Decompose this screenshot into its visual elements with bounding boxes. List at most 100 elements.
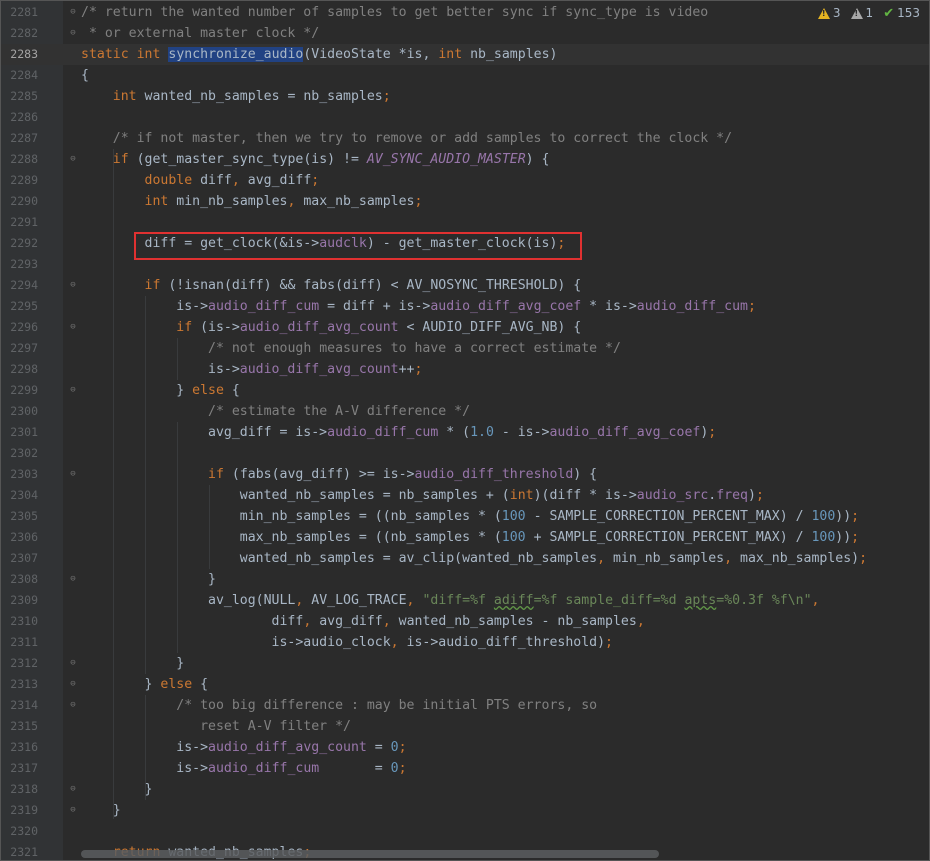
line-number: 2286 <box>10 110 38 124</box>
code-text[interactable]: is->audio_diff_cum = diff + is->audio_di… <box>81 296 756 317</box>
code-text[interactable]: av_log(NULL, AV_LOG_TRACE, "diff=%f adif… <box>81 590 819 611</box>
fold-marker-icon[interactable]: ⊖ <box>69 805 77 815</box>
code-line[interactable]: 2315 reset A-V filter */ <box>1 716 929 737</box>
code-lines[interactable]: 2281 ⊖ /* return the wanted number of samp… <box>1 2 929 860</box>
code-text[interactable]: is->audio_diff_avg_count++; <box>81 359 422 380</box>
code-token: apts <box>684 593 717 608</box>
code-line[interactable]: 2287 /* if not master, then we try to re… <box>1 128 929 149</box>
code-line[interactable]: 2316 is->audio_diff_avg_count = 0; <box>1 737 929 758</box>
code-line[interactable]: 2318 ⊖ } <box>1 779 929 800</box>
code-line[interactable]: 2309 av_log(NULL, AV_LOG_TRACE, "diff=%f… <box>1 590 929 611</box>
code-line[interactable]: 2290 int min_nb_samples, max_nb_samples; <box>1 191 929 212</box>
code-line[interactable]: 2307 wanted_nb_samples = av_clip(wanted_… <box>1 548 929 569</box>
fold-marker-icon[interactable]: ⊖ <box>69 658 77 668</box>
code-line[interactable]: 2298 is->audio_diff_avg_count++; <box>1 359 929 380</box>
code-text[interactable]: is->audio_diff_cum = 0; <box>81 758 406 779</box>
code-text[interactable]: is->audio_clock, is->audio_diff_threshol… <box>81 632 613 653</box>
line-number: 2317 <box>10 761 38 775</box>
code-line[interactable]: 2301 avg_diff = is->audio_diff_cum * (1.… <box>1 422 929 443</box>
code-text[interactable]: static int synchronize_audio(VideoState … <box>81 44 557 65</box>
code-line[interactable]: 2303 ⊖ if (fabs(avg_diff) >= is->audio_di… <box>1 464 929 485</box>
fold-marker-icon[interactable]: ⊖ <box>69 679 77 689</box>
typos-indicator[interactable]: ✔ 153 <box>883 6 920 21</box>
code-line[interactable]: 2288 ⊖ if (get_master_sync_type(is) != AV… <box>1 149 929 170</box>
fold-marker-icon[interactable]: ⊖ <box>69 7 77 17</box>
code-text[interactable]: if (!isnan(diff) && fabs(diff) < AV_NOSY… <box>81 275 582 296</box>
code-text[interactable]: /* if not master, then we try to remove … <box>81 128 732 149</box>
code-text[interactable]: } else { <box>81 674 209 695</box>
inspection-widget[interactable]: 3 1 ✔ 153 <box>817 4 920 22</box>
fold-marker-icon[interactable]: ⊖ <box>69 469 77 479</box>
code-line[interactable]: 2291 <box>1 212 929 233</box>
code-line[interactable]: 2304 wanted_nb_samples = nb_samples + (i… <box>1 485 929 506</box>
code-line[interactable]: 2306 max_nb_samples = ((nb_samples * (10… <box>1 527 929 548</box>
fold-marker-icon[interactable]: ⊖ <box>69 700 77 710</box>
code-line[interactable]: 2286 <box>1 107 929 128</box>
code-text[interactable]: if (is->audio_diff_avg_count < AUDIO_DIF… <box>81 317 581 338</box>
code-line[interactable]: 2289 double diff, avg_diff; <box>1 170 929 191</box>
code-line[interactable]: 2313 ⊖ } else { <box>1 674 929 695</box>
code-line[interactable]: 2300 /* estimate the A-V difference */ <box>1 401 929 422</box>
code-text[interactable]: /* not enough measures to have a correct… <box>81 338 621 359</box>
code-line[interactable]: 2320 <box>1 821 929 842</box>
fold-marker-icon[interactable]: ⊖ <box>69 385 77 395</box>
fold-marker-icon[interactable]: ⊖ <box>69 154 77 164</box>
code-line[interactable]: 2308 ⊖ } <box>1 569 929 590</box>
code-text[interactable]: if (get_master_sync_type(is) != AV_SYNC_… <box>81 149 550 170</box>
code-text[interactable]: } else { <box>81 380 240 401</box>
code-line[interactable]: 2285 int wanted_nb_samples = nb_samples; <box>1 86 929 107</box>
code-text[interactable]: avg_diff = is->audio_diff_cum * (1.0 - i… <box>81 422 716 443</box>
code-text[interactable]: is->audio_diff_avg_count = 0; <box>81 737 406 758</box>
code-line[interactable]: 2310 diff, avg_diff, wanted_nb_samples -… <box>1 611 929 632</box>
code-line[interactable]: 2319 ⊖ } <box>1 800 929 821</box>
code-line[interactable]: 2294 ⊖ if (!isnan(diff) && fabs(diff) < A… <box>1 275 929 296</box>
fold-marker-icon[interactable]: ⊖ <box>69 784 77 794</box>
code-token: ) { <box>573 467 598 482</box>
code-text[interactable]: wanted_nb_samples = av_clip(wanted_nb_sa… <box>81 548 867 569</box>
code-text[interactable]: double diff, avg_diff; <box>81 170 320 191</box>
code-text[interactable]: * or external master clock */ <box>81 23 319 44</box>
code-text[interactable]: if (fabs(avg_diff) >= is->audio_diff_thr… <box>81 464 597 485</box>
code-text[interactable]: } <box>81 800 121 821</box>
horizontal-scrollbar[interactable] <box>81 850 659 858</box>
code-text[interactable]: /* return the wanted number of samples t… <box>81 2 708 23</box>
warnings-indicator[interactable]: 3 <box>817 6 841 20</box>
weak-warnings-indicator[interactable]: 1 <box>850 6 873 20</box>
code-text[interactable]: min_nb_samples = ((nb_samples * (100 - S… <box>81 506 859 527</box>
line-number: 2287 <box>10 131 38 145</box>
code-text[interactable]: diff, avg_diff, wanted_nb_samples - nb_s… <box>81 611 645 632</box>
code-text[interactable]: max_nb_samples = ((nb_samples * (100 + S… <box>81 527 859 548</box>
code-text[interactable]: int wanted_nb_samples = nb_samples; <box>81 86 391 107</box>
code-text[interactable]: } <box>81 569 216 590</box>
code-line[interactable]: 2282 ⊖ * or external master clock */ <box>1 23 929 44</box>
fold-marker-icon[interactable]: ⊖ <box>69 280 77 290</box>
code-text[interactable]: wanted_nb_samples = nb_samples + (int)(d… <box>81 485 764 506</box>
code-text[interactable]: reset A-V filter */ <box>81 716 351 737</box>
code-text[interactable]: /* too big difference : may be initial P… <box>81 695 597 716</box>
code-line[interactable]: 2317 is->audio_diff_cum = 0; <box>1 758 929 779</box>
code-line[interactable]: 2296 ⊖ if (is->audio_diff_avg_count < AUD… <box>1 317 929 338</box>
code-text[interactable]: int min_nb_samples, max_nb_samples; <box>81 191 423 212</box>
fold-marker-icon[interactable]: ⊖ <box>69 322 77 332</box>
code-line[interactable]: 2297 /* not enough measures to have a co… <box>1 338 929 359</box>
fold-marker-icon[interactable]: ⊖ <box>69 28 77 38</box>
line-number: 2321 <box>10 845 38 859</box>
code-line[interactable]: 2283 static int synchronize_audio(VideoSt… <box>1 44 929 65</box>
code-token: , <box>811 593 820 608</box>
code-token: audio_diff_avg_coef <box>430 299 582 314</box>
fold-marker-icon[interactable]: ⊖ <box>69 574 77 584</box>
code-line[interactable]: 2302 <box>1 443 929 464</box>
code-line[interactable]: 2305 min_nb_samples = ((nb_samples * (10… <box>1 506 929 527</box>
code-line[interactable]: 2299 ⊖ } else { <box>1 380 929 401</box>
code-text[interactable]: { <box>81 65 89 86</box>
code-line[interactable]: 2295 is->audio_diff_cum = diff + is->aud… <box>1 296 929 317</box>
code-text[interactable]: /* estimate the A-V difference */ <box>81 401 470 422</box>
code-line[interactable]: 2284 { <box>1 65 929 86</box>
code-line[interactable]: 2311 is->audio_clock, is->audio_diff_thr… <box>1 632 929 653</box>
code-line[interactable]: 2281 ⊖ /* return the wanted number of samp… <box>1 2 929 23</box>
code-text[interactable]: } <box>81 779 153 800</box>
code-text[interactable]: } <box>81 653 184 674</box>
code-line[interactable]: 2314 ⊖ /* too big difference : may be ini… <box>1 695 929 716</box>
code-line[interactable]: 2312 ⊖ } <box>1 653 929 674</box>
